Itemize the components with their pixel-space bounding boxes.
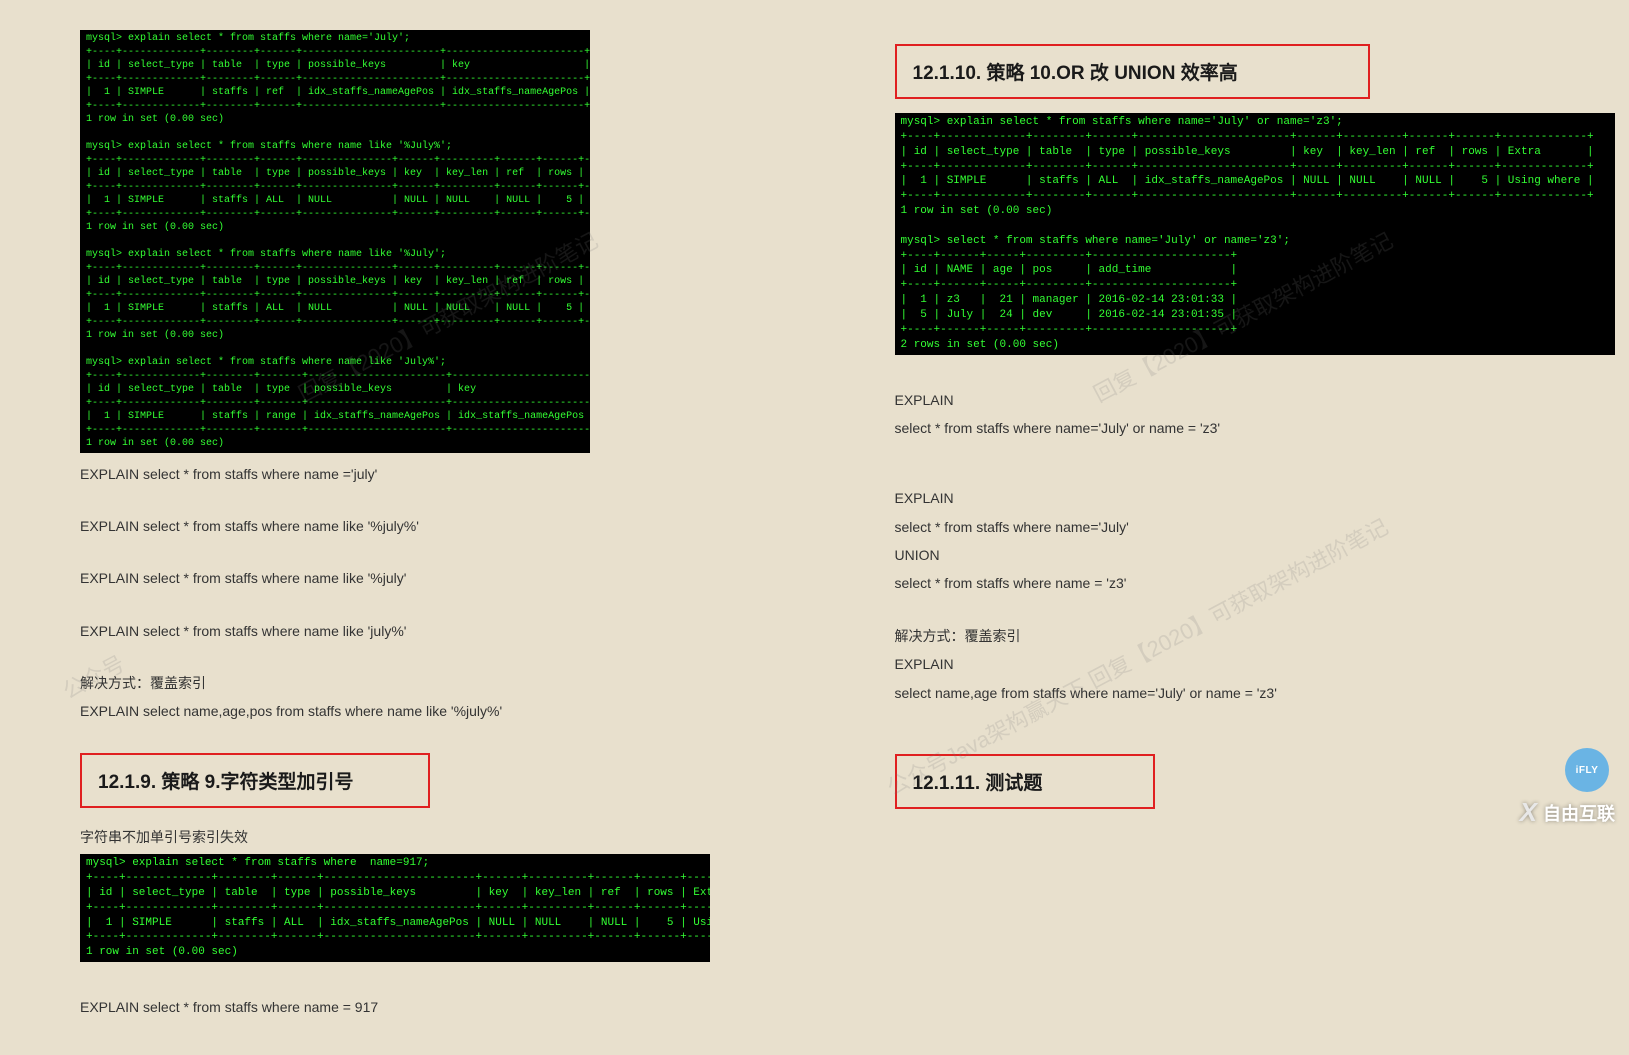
heading-12-1-9: 12.1.9. 策略 9.字符类型加引号 (98, 767, 412, 794)
explain-kw-3: EXPLAIN (895, 653, 1550, 675)
heading-box-10: 12.1.10. 策略 10.OR 改 UNION 效率高 (895, 44, 1370, 99)
select-line-1: select * from staffs where name='July' o… (895, 417, 1550, 439)
select-line-4: select name,age from staffs where name='… (895, 682, 1550, 704)
explain-line-5: EXPLAIN select name,age,pos from staffs … (80, 700, 735, 722)
site-logo: X 自由互联 (1520, 797, 1615, 828)
explain-line-3: EXPLAIN select * from staffs where name … (80, 567, 735, 589)
logo-text: 自由互联 (1543, 800, 1615, 826)
union-kw: UNION (895, 544, 1550, 566)
explain-line-2: EXPLAIN select * from staffs where name … (80, 515, 735, 537)
heading-12-1-10: 12.1.10. 策略 10.OR 改 UNION 效率高 (913, 58, 1352, 85)
note-string-quote: 字符串不加单引号索引失效 (80, 826, 735, 848)
heading-12-1-11: 12.1.11. 测试题 (913, 768, 1137, 795)
terminal-block-2: mysql> explain select * from staffs wher… (80, 854, 710, 962)
solution-note-2: 解决方式：覆盖索引 (895, 625, 1550, 647)
terminal-block-1: mysql> explain select * from staffs wher… (80, 30, 590, 453)
logo-x-icon: X (1520, 797, 1537, 828)
solution-note-1: 解决方式：覆盖索引 (80, 672, 735, 694)
ifly-badge-icon: iFLY (1565, 748, 1609, 792)
explain-line-4: EXPLAIN select * from staffs where name … (80, 620, 735, 642)
explain-kw-2: EXPLAIN (895, 487, 1550, 509)
explain-line-6: EXPLAIN select * from staffs where name … (80, 996, 735, 1018)
right-page: 12.1.10. 策略 10.OR 改 UNION 效率高 mysql> exp… (815, 0, 1629, 1055)
select-line-3: select * from staffs where name = 'z3' (895, 572, 1550, 594)
explain-line-1: EXPLAIN select * from staffs where name … (80, 463, 735, 485)
select-line-2: select * from staffs where name='July' (895, 516, 1550, 538)
heading-box-11: 12.1.11. 测试题 (895, 754, 1155, 809)
left-page: mysql> explain select * from staffs wher… (0, 0, 815, 1055)
terminal-block-3: mysql> explain select * from staffs wher… (895, 113, 1615, 355)
explain-kw-1: EXPLAIN (895, 389, 1550, 411)
heading-box-9: 12.1.9. 策略 9.字符类型加引号 (80, 753, 430, 808)
